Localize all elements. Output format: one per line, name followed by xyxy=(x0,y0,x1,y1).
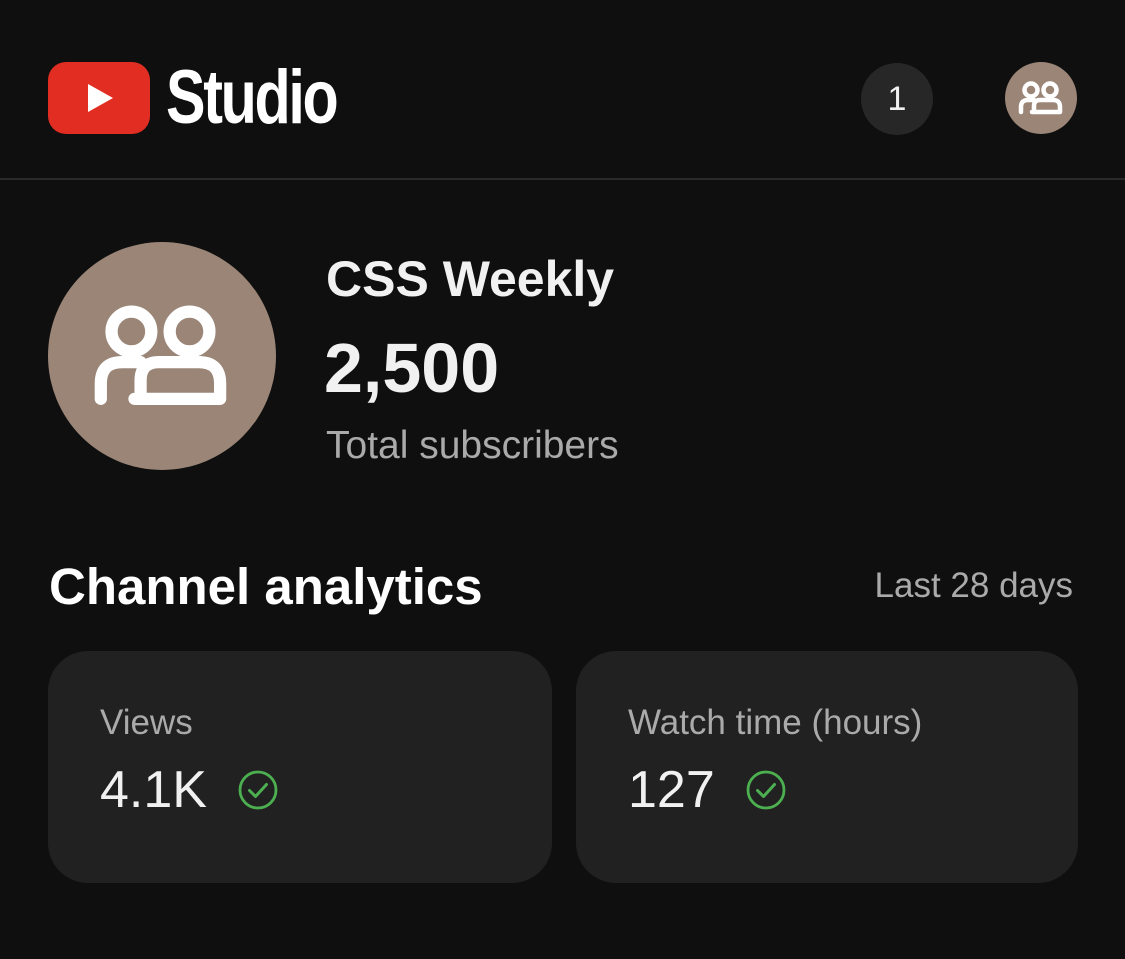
subscriber-label: Total subscribers xyxy=(326,424,619,467)
check-circle-icon xyxy=(745,769,787,811)
check-circle-icon xyxy=(237,769,279,811)
subscriber-count: 2,500 xyxy=(324,329,500,407)
analytics-title: Channel analytics xyxy=(49,558,483,615)
app-header: Studio 1 xyxy=(0,0,1125,180)
notifications-button[interactable]: 1 xyxy=(861,63,933,135)
card-value: 127 xyxy=(628,761,715,819)
card-label: Views xyxy=(100,703,193,742)
play-icon xyxy=(48,62,150,134)
period-label: Last 28 days xyxy=(874,566,1073,605)
people-icon xyxy=(94,305,227,405)
watch-time-card[interactable]: Watch time (hours) 127 xyxy=(576,651,1078,883)
channel-name: CSS Weekly xyxy=(326,251,615,307)
people-icon xyxy=(1018,81,1063,115)
views-card[interactable]: Views 4.1K xyxy=(48,651,552,883)
studio-logo[interactable]: Studio xyxy=(48,60,384,136)
app-title: Studio xyxy=(166,55,339,140)
card-label: Watch time (hours) xyxy=(628,703,923,742)
channel-avatar[interactable] xyxy=(48,242,276,470)
account-avatar[interactable] xyxy=(1005,62,1077,134)
card-value: 4.1K xyxy=(100,761,207,819)
notifications-count: 1 xyxy=(887,79,907,118)
